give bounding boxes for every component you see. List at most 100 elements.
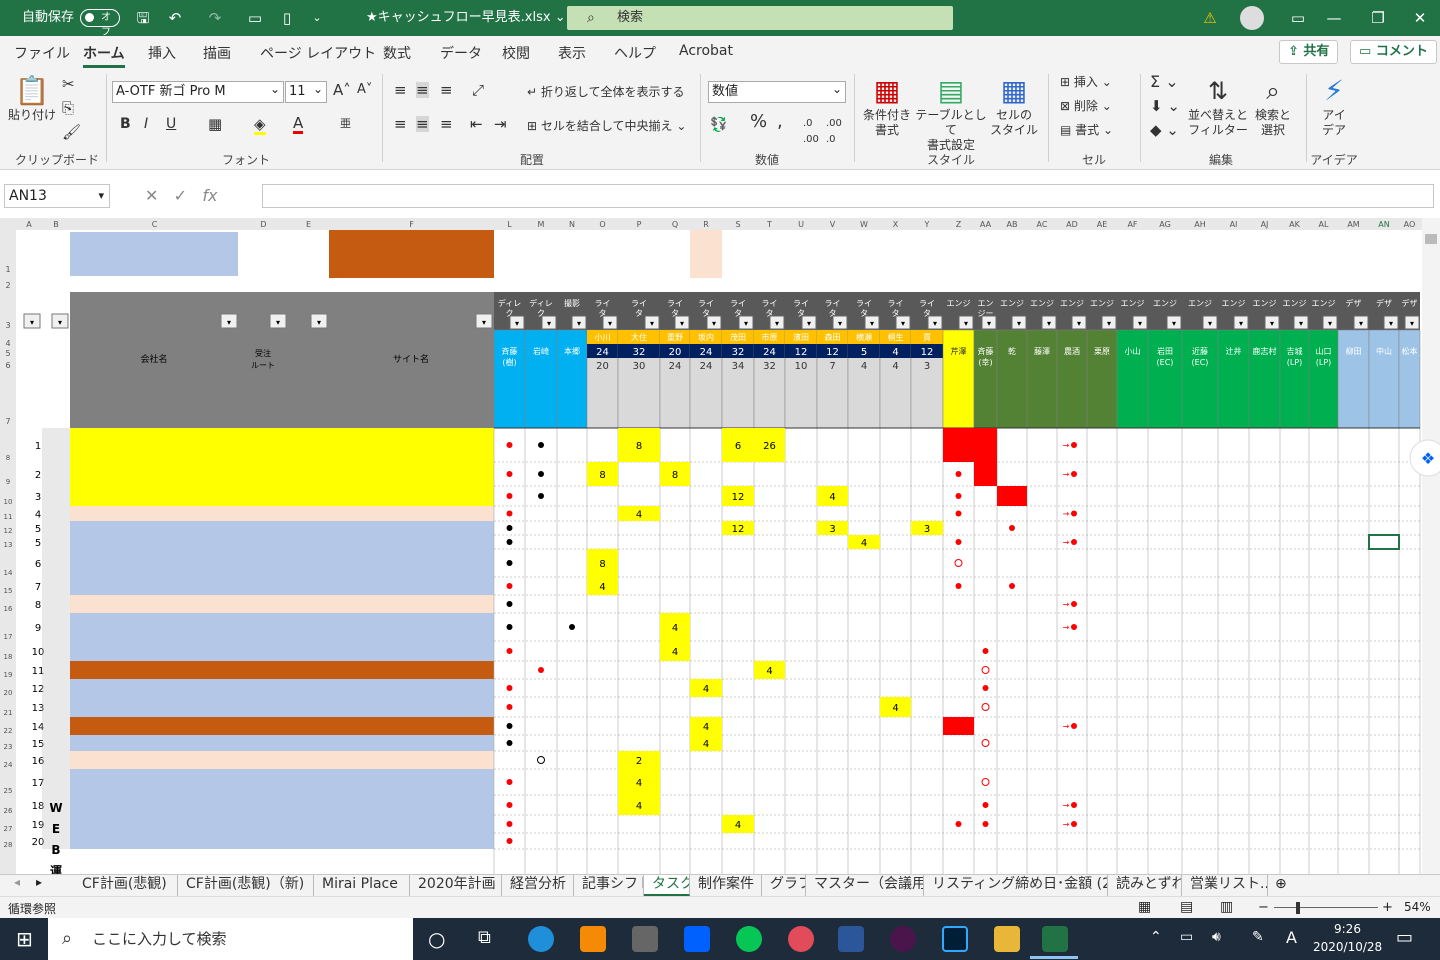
person-column[interactable] <box>1398 329 1421 429</box>
merge-center-button[interactable]: ⊞ セルを結合して中央揃え ⌄ <box>527 118 686 134</box>
status-circle-open[interactable] <box>981 703 990 711</box>
redo-icon[interactable]: ↷ <box>204 8 226 28</box>
status-dot-black[interactable] <box>506 539 513 545</box>
blurred-row[interactable] <box>70 641 494 661</box>
align-center-icon[interactable]: ≡ <box>416 116 429 132</box>
person-column[interactable] <box>1248 329 1281 429</box>
menu-draw[interactable]: 描画 <box>203 43 231 63</box>
sheet-tab[interactable]: リスティング締め日･金額 (2) <box>924 875 1108 896</box>
person-column[interactable] <box>942 329 975 429</box>
alert-cell[interactable] <box>943 428 974 462</box>
status-dot-red[interactable] <box>506 838 513 844</box>
phonetic-icon[interactable]: 亜 <box>340 116 351 132</box>
vertical-scrollbar[interactable] <box>1422 218 1440 874</box>
menu-review[interactable]: 校閲 <box>502 43 530 63</box>
border-icon[interactable]: ▦ <box>208 116 222 132</box>
status-dot-red[interactable] <box>955 583 962 589</box>
status-dot-red[interactable] <box>1071 510 1077 517</box>
align-bottom-icon[interactable]: ≡ <box>440 82 453 98</box>
menu-home[interactable]: ホーム <box>83 43 125 68</box>
sheet-tab[interactable]: 記事シフト <box>574 875 644 896</box>
cortana-icon[interactable]: ○ <box>428 927 445 951</box>
status-dot-red[interactable] <box>506 583 513 589</box>
comma-icon[interactable]: , <box>777 113 783 131</box>
warning-icon[interactable]: ⚠ <box>1190 0 1230 36</box>
formula-input[interactable] <box>262 184 1434 208</box>
section-band[interactable] <box>42 428 70 849</box>
align-top-icon[interactable]: ≡ <box>394 82 407 98</box>
blurred-cell[interactable] <box>70 232 238 276</box>
menu-insert[interactable]: 挿入 <box>148 43 176 63</box>
status-dot-red[interactable] <box>955 821 962 827</box>
windows-start-icon[interactable]: ⊞ <box>16 927 33 951</box>
clock-time[interactable]: 9:26 <box>1334 922 1361 936</box>
find-select-button[interactable]: ⌕ 検索と 選択 <box>1250 74 1296 138</box>
increase-decimal-icon[interactable]: .0.00 <box>803 116 819 148</box>
status-circle-open[interactable] <box>981 739 990 747</box>
shrink-font-icon[interactable]: A˅ <box>357 82 372 98</box>
font-size-select[interactable]: 11 <box>285 79 327 103</box>
ribbon-display-icon[interactable]: ▭ <box>1278 0 1318 36</box>
status-dot-red[interactable] <box>506 704 513 710</box>
person-column[interactable] <box>1279 329 1310 429</box>
sheet-tab[interactable]: マスター（会議用) <box>806 875 924 896</box>
person-column[interactable] <box>1056 329 1088 429</box>
sheet-tab[interactable]: タスク <box>644 875 690 896</box>
blurred-row[interactable] <box>70 751 494 769</box>
blurred-row[interactable] <box>70 795 494 815</box>
page-layout-icon[interactable]: ▤ <box>1180 899 1193 915</box>
outdent-icon[interactable]: ⇤ <box>470 116 483 132</box>
pen-icon[interactable]: ✎ <box>1252 929 1264 945</box>
alert-cell[interactable] <box>974 428 997 462</box>
excel-icon[interactable] <box>1042 926 1068 952</box>
sheet-tab[interactable]: グラフ <box>762 875 806 896</box>
calculator-icon[interactable] <box>632 926 658 952</box>
status-dot-red[interactable] <box>955 471 962 477</box>
sort-filter-button[interactable]: ⇅ 並べ替えと フィルター <box>1188 74 1248 138</box>
normal-view-icon[interactable]: ▦ <box>1138 899 1151 915</box>
wrap-text-button[interactable]: ↵ 折り返して全体を表示する <box>527 84 685 100</box>
person-column[interactable] <box>973 329 998 429</box>
blurred-row[interactable] <box>70 595 494 613</box>
status-circle-open[interactable] <box>981 666 990 674</box>
autosave-toggle[interactable]: オフ <box>80 9 120 38</box>
blurred-row[interactable] <box>70 661 494 679</box>
status-dot-red[interactable] <box>506 685 513 691</box>
blurred-row[interactable] <box>70 535 494 549</box>
orientation-icon[interactable]: ⤢ <box>472 82 484 98</box>
person-column[interactable] <box>1308 329 1339 429</box>
zoom-out-icon[interactable]: − <box>1258 900 1269 915</box>
tray-chevron-icon[interactable]: ⌃ <box>1150 929 1162 945</box>
insert-function-icon[interactable]: fx <box>202 186 217 205</box>
ime-indicator[interactable]: A <box>1286 928 1297 947</box>
blurred-row[interactable] <box>70 549 494 577</box>
decrease-decimal-icon[interactable]: .00.0 <box>826 116 842 148</box>
blurred-row[interactable] <box>70 462 494 486</box>
cell-styles-button[interactable]: ▦ セルの スタイル <box>988 74 1040 138</box>
avatar[interactable] <box>1232 0 1272 36</box>
status-dot-red[interactable] <box>1071 442 1077 448</box>
person-column[interactable] <box>556 329 588 429</box>
conditional-format-button[interactable]: ▦ 条件付き 書式 <box>860 74 914 138</box>
blurred-row[interactable] <box>70 833 494 849</box>
menu-page-layout[interactable]: ページ レイアウト <box>260 43 376 63</box>
status-dot-red[interactable] <box>1071 539 1077 545</box>
sheet-tab[interactable]: 制作案件 <box>690 875 762 896</box>
zoom-thumb[interactable] <box>1296 902 1300 914</box>
next-sheet-icon[interactable]: ▸ <box>36 875 42 889</box>
blurred-row[interactable] <box>70 613 494 641</box>
selected-cell[interactable] <box>1368 534 1400 550</box>
status-dot-black[interactable] <box>538 493 544 499</box>
status-dot-black[interactable] <box>538 471 544 477</box>
battery-icon[interactable]: ▭ <box>1180 929 1193 945</box>
indent-icon[interactable]: ⇥ <box>494 116 507 132</box>
close-icon[interactable]: ✕ <box>1400 0 1440 36</box>
clear-icon[interactable]: ◆ ⌄ <box>1150 122 1179 138</box>
status-circle-open[interactable] <box>954 559 963 567</box>
page-break-icon[interactable]: ▥ <box>1220 899 1233 915</box>
menu-formulas[interactable]: 数式 <box>383 43 411 63</box>
person-column[interactable] <box>1337 329 1370 429</box>
status-dot-red[interactable] <box>1071 802 1077 808</box>
align-right-icon[interactable]: ≡ <box>440 116 453 132</box>
task-view-icon[interactable]: ⧉ <box>478 927 491 948</box>
